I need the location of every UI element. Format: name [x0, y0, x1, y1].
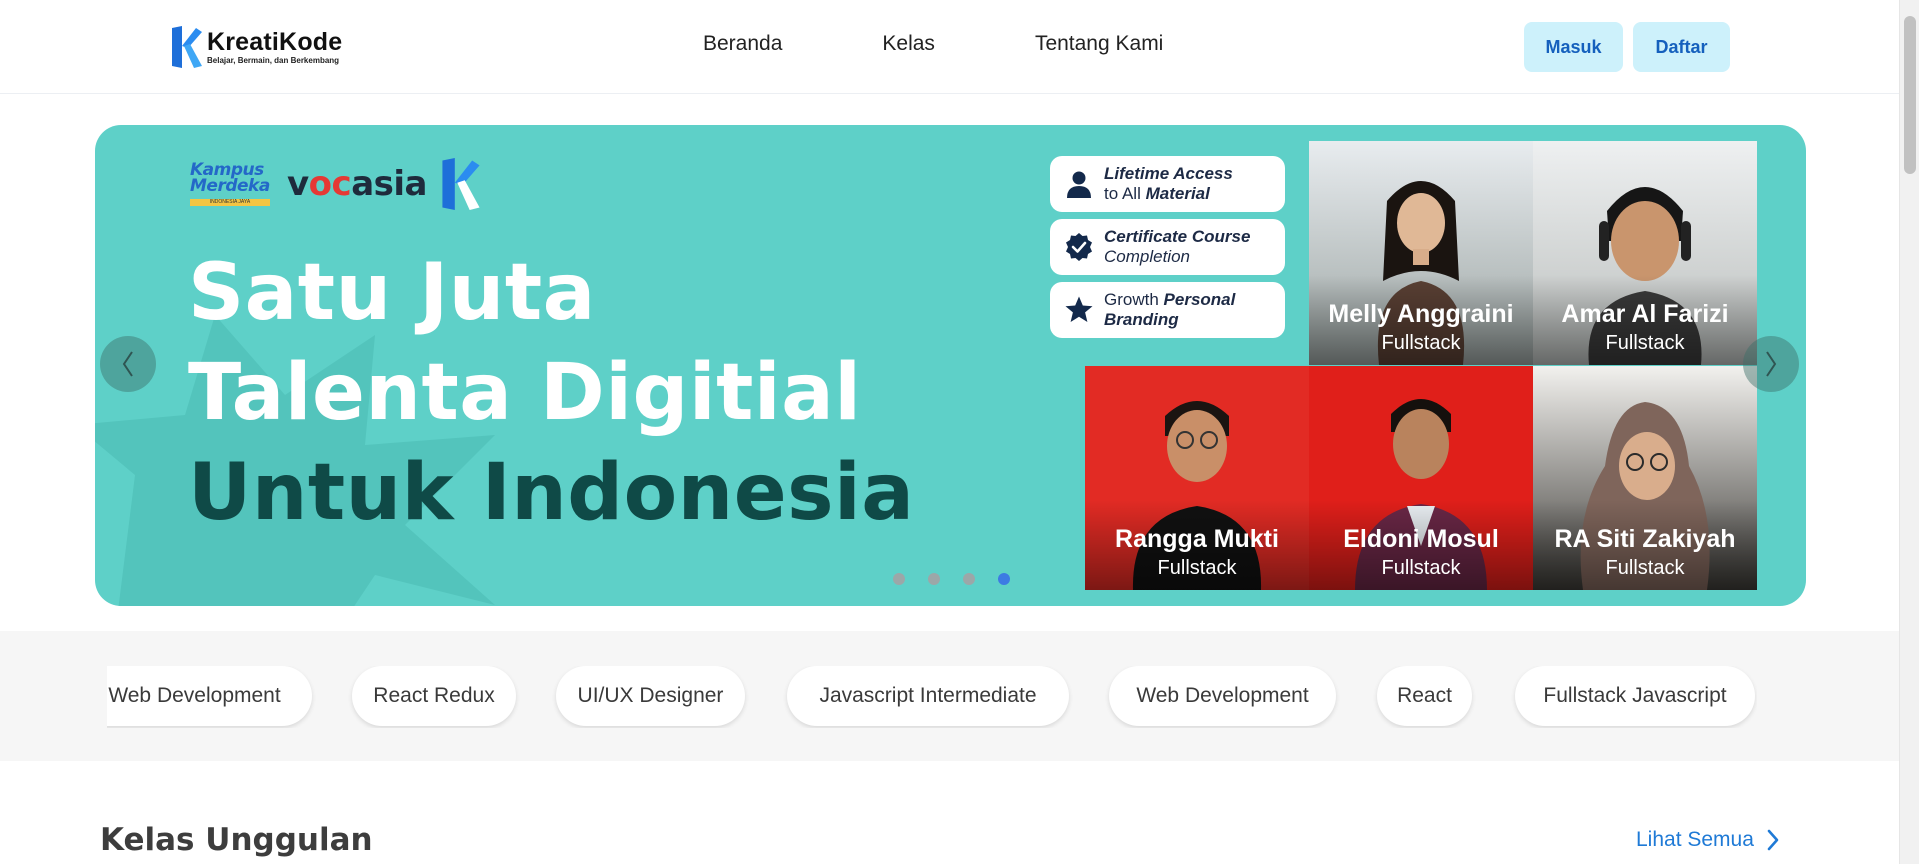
hero-headline: Satu Juta Talenta Digitial Untuk Indones… [188, 243, 914, 543]
brand-logo[interactable]: KreatiKode Belajar, Bermain, dan Berkemb… [172, 26, 342, 68]
alumni-role: Fullstack [1381, 557, 1461, 579]
carousel-next-button[interactable] [1743, 336, 1799, 392]
nav-beranda[interactable]: Beranda [703, 32, 782, 56]
alumni-card: RA Siti Zakiyah Fullstack [1533, 366, 1757, 590]
vocasia-text-accent: oc [308, 164, 352, 204]
page-scrollbar[interactable] [1899, 0, 1919, 864]
brand-name: KreatiKode [207, 27, 343, 56]
alumni-grid: Melly Anggraini Fullstack Amar Al Farizi… [1085, 141, 1757, 590]
main-nav: Beranda Kelas Tentang Kami [703, 32, 1163, 56]
alumni-name: Amar Al Farizi [1561, 300, 1729, 328]
tag-fullstack-javascript[interactable]: Fullstack Javascript [1515, 666, 1755, 726]
vocasia-logo: vocasia [287, 164, 427, 204]
nav-kelas[interactable]: Kelas [882, 32, 935, 56]
kampus-merdeka-logo: Kampus Merdeka INDONESIA JAYA [190, 162, 270, 206]
vocasia-text-pre: v [287, 164, 309, 204]
tag-react[interactable]: React [1377, 666, 1472, 726]
carousel-dot[interactable] [928, 573, 940, 585]
kreatikode-k-icon [442, 158, 480, 210]
chevron-left-icon [122, 351, 133, 377]
section-title-kelas-unggulan: Kelas Unggulan [100, 822, 373, 858]
see-all-label: Lihat Semua [1636, 828, 1754, 851]
carousel-dots [893, 573, 1033, 585]
login-button[interactable]: Masuk [1524, 22, 1623, 72]
tag-web-development[interactable]: Web Development [107, 666, 312, 726]
register-button[interactable]: Daftar [1633, 22, 1730, 72]
carousel-prev-button[interactable] [100, 336, 156, 392]
partner-logos: Kampus Merdeka INDONESIA JAYA vocasia [190, 158, 481, 210]
alumni-name: Eldoni Mosul [1343, 525, 1499, 553]
kampus-merdeka-sub: INDONESIA JAYA [190, 199, 270, 206]
alumni-role: Fullstack [1605, 557, 1685, 579]
category-tag-strip: Web Development React Redux UI/UX Design… [0, 631, 1899, 761]
nav-tentang-kami[interactable]: Tentang Kami [1035, 32, 1163, 56]
tag-scroller[interactable]: Web Development React Redux UI/UX Design… [107, 666, 1757, 728]
tag-web-development[interactable]: Web Development [1109, 666, 1336, 726]
brand-tagline: Belajar, Bermain, dan Berkembang [207, 55, 340, 65]
alumni-card: Rangga Mukti Fullstack [1085, 366, 1309, 590]
alumni-card: Eldoni Mosul Fullstack [1309, 366, 1533, 590]
kreatikode-k-icon [172, 26, 202, 68]
headline-line-3: Untuk Indonesia [188, 448, 915, 538]
tag-react-redux[interactable]: React Redux [352, 666, 516, 726]
chevron-right-icon [1766, 351, 1777, 377]
vocasia-text-post: asia [351, 164, 427, 204]
alumni-role: Fullstack [1381, 332, 1461, 354]
tag-javascript-intermediate[interactable]: Javascript Intermediate [787, 666, 1069, 726]
alumni-name: RA Siti Zakiyah [1554, 525, 1736, 553]
see-all-link[interactable]: Lihat Semua [1636, 828, 1780, 852]
hero-carousel: Kampus Merdeka INDONESIA JAYA vocasia Sa… [95, 125, 1806, 606]
chevron-right-icon [1767, 829, 1779, 851]
alumni-card: Melly Anggraini Fullstack [1309, 141, 1533, 365]
headline-line-2: Talenta Digitial [188, 348, 862, 438]
alumni-name: Melly Anggraini [1328, 300, 1514, 328]
tag-uiux-designer[interactable]: UI/UX Designer [556, 666, 745, 726]
carousel-dot[interactable] [998, 573, 1010, 585]
scrollbar-thumb[interactable] [1904, 16, 1916, 174]
carousel-dot[interactable] [963, 573, 975, 585]
alumni-card: Amar Al Farizi Fullstack [1533, 141, 1757, 365]
alumni-name: Rangga Mukti [1115, 525, 1279, 553]
headline-line-1: Satu Juta [188, 248, 596, 338]
alumni-role: Fullstack [1157, 557, 1237, 579]
kampus-merdeka-line2: Merdeka [190, 176, 270, 196]
carousel-dot[interactable] [893, 573, 905, 585]
alumni-role: Fullstack [1605, 332, 1685, 354]
top-navbar: KreatiKode Belajar, Bermain, dan Berkemb… [0, 0, 1899, 94]
